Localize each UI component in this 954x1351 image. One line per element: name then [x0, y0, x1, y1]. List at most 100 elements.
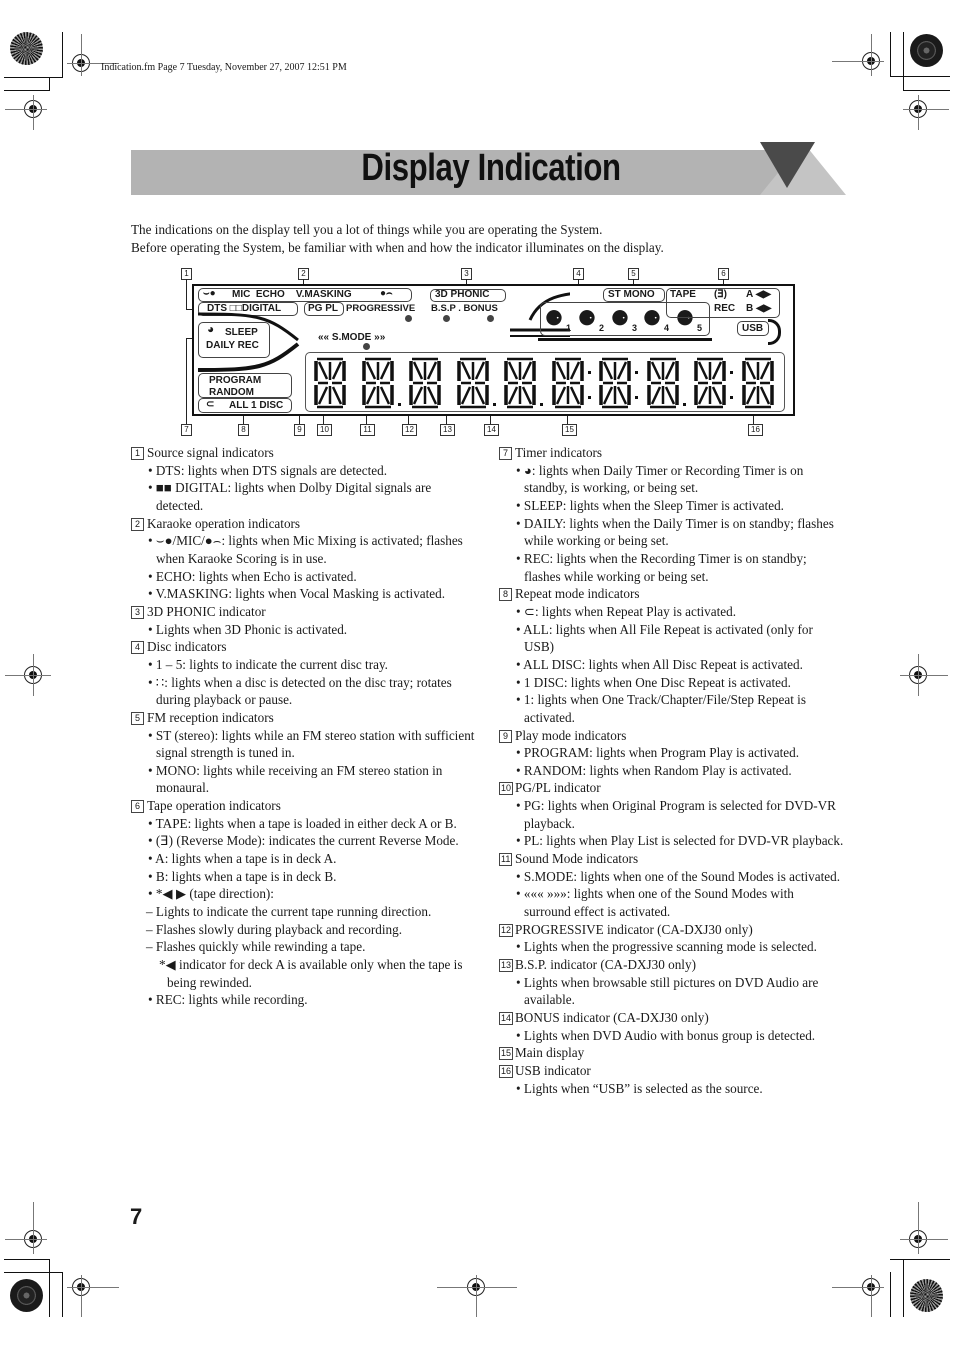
- crop-line: [33, 95, 34, 130]
- decorative-swoosh: [198, 312, 300, 372]
- page-number: 7: [130, 1204, 143, 1229]
- segment-digit: [646, 357, 679, 409]
- decimal-point: [682, 403, 686, 406]
- crop-line: [871, 34, 872, 76]
- segment: [426, 386, 438, 405]
- callout-15: 15: [562, 424, 577, 436]
- all-disc-label: ALL 1 DISC: [229, 400, 284, 411]
- colon-separator: [587, 371, 591, 399]
- indicator-section: 14 BONUS indicator (CA-DXJ30 only): [499, 1009, 844, 1027]
- crop-line: [476, 1275, 477, 1317]
- segment: [745, 361, 756, 380]
- indicator-section: 6 Tape operation indicators: [131, 797, 476, 815]
- disc-number-3: 3: [632, 323, 638, 333]
- bullet-item: • ∷: lights when a disc is detected on t…: [148, 674, 452, 708]
- crop-line: [900, 675, 948, 676]
- segment: [379, 386, 390, 405]
- callout-10: 10: [317, 424, 332, 436]
- bullet-item: • *◀ ▶ (tape direction):: [148, 886, 274, 902]
- crop-mark: [62, 32, 63, 78]
- segment: [521, 386, 533, 405]
- segment: [616, 361, 628, 380]
- segment-digit: [694, 357, 726, 409]
- bullet-item: • Lights when browsable still pictures o…: [516, 974, 819, 1008]
- leader-line: [186, 279, 187, 309]
- indicator-section: 1 Source signal indicators: [131, 444, 476, 462]
- registration-disc-bottom-right: [910, 1279, 943, 1312]
- sound-mode-label: «« S.MODE »»: [318, 332, 386, 343]
- section-heading: Timer indicators: [515, 445, 603, 460]
- segment: [474, 386, 485, 405]
- crop-line: [832, 61, 884, 62]
- indicator-section: 7 Timer indicators: [499, 444, 844, 462]
- crop-mark: [49, 78, 50, 91]
- segment-digit: [741, 357, 774, 409]
- bullet-item: • Lights when 3D Phonic is activated.: [148, 621, 348, 637]
- indicator-section: 3 3D PHONIC indicator: [131, 603, 476, 621]
- section-heading: Karaoke operation indicators: [147, 515, 301, 531]
- section-number-badge: 16: [499, 1064, 514, 1078]
- callout-16: 16: [748, 424, 763, 436]
- segment-digit: [599, 357, 631, 409]
- page-title: Display Indication: [361, 147, 621, 189]
- deck-b-label: B ◀▶: [746, 303, 772, 314]
- callout-13: 13: [440, 424, 455, 436]
- segment: [602, 361, 614, 380]
- segment-digit: [504, 357, 536, 409]
- section-heading: Tape operation indicators: [147, 798, 281, 814]
- disc-number-5: 5: [697, 323, 703, 333]
- section-heading: Play mode indicators: [515, 727, 627, 743]
- st-mono-label: ST MONO: [608, 289, 655, 300]
- indicator-section: 10 PG/PL indicator: [499, 779, 844, 797]
- disc-underline: [538, 338, 712, 341]
- section-number-badge: 10: [499, 782, 514, 796]
- tape-label: TAPE: [670, 289, 696, 300]
- bsp-bonus-label: B.S.P . BONUS: [431, 303, 498, 314]
- indicator-section: 5 FM reception indicators: [131, 709, 476, 727]
- segment: [745, 386, 756, 405]
- bullet-item: • S.MODE: lights when one of the Sound M…: [516, 868, 841, 884]
- bullet-item: • ALL DISC: lights when All Disc Repeat …: [516, 656, 803, 672]
- crop-mark: [49, 1259, 50, 1317]
- crop-mark: [903, 90, 950, 91]
- segment: [379, 361, 390, 380]
- crop-line: [81, 1275, 82, 1317]
- segment-digit: [314, 357, 346, 409]
- bullet-item: • ECHO: lights when Echo is activated.: [148, 568, 357, 584]
- segment: [331, 361, 343, 380]
- crop-mark: [62, 1272, 63, 1317]
- bullet-item: • Lights when the progressive scanning m…: [516, 939, 817, 955]
- section-heading: 3D PHONIC indicator: [147, 603, 266, 619]
- section-heading: Repeat mode indicators: [515, 586, 640, 602]
- segment: [697, 386, 709, 405]
- crop-line: [67, 1287, 119, 1288]
- bullet-item: • A: lights when a tape is in deck A.: [148, 851, 337, 867]
- decimal-point: [540, 403, 543, 406]
- bullet-item: • PL: lights when Play List is selected …: [516, 833, 844, 849]
- section-heading: BONUS indicator (CA-DXJ30 only): [515, 1010, 709, 1025]
- mic-icon-right: ●⌢: [380, 288, 393, 299]
- disc-icon-2: ⚈: [578, 308, 596, 330]
- disc-number-2: 2: [599, 323, 605, 333]
- bullet-item: • ««« »»»: lights when one of the Sound …: [516, 886, 794, 920]
- decimal-point: [397, 403, 401, 406]
- section-heading: PROGRESSIVE indicator (CA-DXJ30 only): [515, 921, 753, 937]
- crop-line: [5, 1239, 47, 1240]
- segment: [759, 361, 770, 380]
- section-number-badge: 5: [131, 711, 144, 725]
- section-number-badge: 15: [499, 1047, 514, 1061]
- indicator-section: 2 Karaoke operation indicators: [131, 515, 476, 533]
- intro-line: Before operating the System, be familiar…: [131, 240, 664, 255]
- disc-icon-1: ⚈: [545, 308, 563, 330]
- segment: [555, 386, 566, 405]
- left-column: 1 Source signal indicators • DTS: lights w…: [131, 444, 476, 1009]
- crop-line: [5, 675, 51, 676]
- 3d-phonic-label: 3D PHONIC: [435, 289, 490, 300]
- colon-separator: [635, 371, 638, 399]
- registration-disc-top-left: [10, 32, 43, 65]
- crop-line: [81, 34, 82, 76]
- bullet-item: • 1 – 5: lights to indicate the current …: [148, 656, 388, 672]
- section-number-badge: 11: [499, 853, 513, 867]
- bullet-item: • ■■ DIGITAL: lights when Dolby Digital …: [148, 480, 432, 513]
- crop-line: [918, 1202, 919, 1254]
